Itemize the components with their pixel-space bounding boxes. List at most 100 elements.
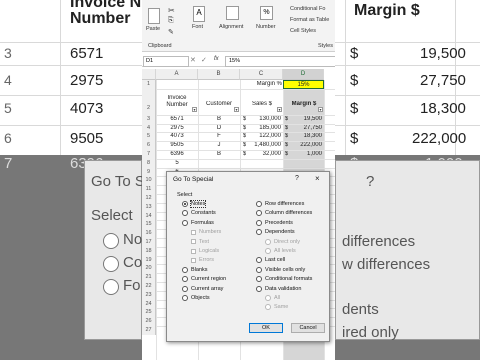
cell-margin[interactable]: 19,500 — [292, 116, 322, 122]
cell-invoice[interactable]: 2975 — [158, 125, 196, 131]
row-header[interactable]: 20 — [142, 264, 156, 274]
cancel-button[interactable]: Cancel — [291, 323, 325, 333]
cell-invoice[interactable]: 5 — [158, 160, 196, 166]
option-label: Dependents — [265, 229, 295, 236]
column-header-d[interactable]: D — [283, 69, 324, 80]
cell-margin[interactable]: 18,300 — [292, 133, 322, 139]
option-data-validation[interactable]: Data validation — [256, 285, 301, 292]
cell-customer[interactable]: D — [200, 125, 238, 131]
cell-styles-button[interactable]: Cell Styles — [290, 28, 316, 34]
row-header[interactable]: 3 — [142, 114, 156, 124]
cell-sales[interactable]: 32,000 — [250, 151, 281, 157]
cell-sales[interactable]: 185,000 — [250, 125, 281, 131]
margin-percent-value[interactable]: 15% — [283, 80, 324, 89]
cell-invoice[interactable]: 4073 — [158, 133, 196, 139]
cell-sales[interactable]: 1,480,000 — [250, 142, 281, 148]
row-header[interactable]: 15 — [142, 220, 156, 230]
row-header[interactable]: 25 — [142, 308, 156, 318]
cell-customer[interactable]: B — [200, 116, 238, 122]
percent-icon[interactable]: % — [260, 6, 273, 20]
row-header[interactable]: 17 — [142, 238, 156, 247]
option-precedents[interactable]: Precedents — [256, 219, 293, 226]
row-header[interactable]: 9 — [142, 167, 156, 177]
select-all-corner[interactable] — [142, 69, 156, 80]
enter-icon[interactable]: ✓ — [201, 56, 207, 64]
column-header-a[interactable]: A — [156, 69, 198, 80]
cancel-icon[interactable]: ✕ — [190, 56, 196, 64]
copy-icon[interactable]: ⎘ — [168, 17, 174, 25]
row-header[interactable]: 6 — [142, 141, 156, 150]
cell-invoice[interactable]: 6571 — [158, 116, 196, 122]
cell-margin[interactable]: 1,000 — [292, 151, 322, 157]
alignment-icon[interactable] — [226, 6, 239, 20]
option-row-differences[interactable]: Row differences — [256, 201, 304, 207]
filter-dropdown-icon[interactable]: ▾ — [318, 106, 323, 112]
cell-customer[interactable]: J — [200, 142, 238, 148]
option-notes[interactable]: Notes — [182, 200, 207, 208]
option-last-cell[interactable]: Last cell — [256, 257, 285, 264]
row-header[interactable]: 18 — [142, 246, 156, 256]
font-icon[interactable]: A — [193, 6, 205, 22]
filter-dropdown-icon[interactable]: ▾ — [192, 106, 197, 112]
help-icon[interactable]: ? — [295, 175, 299, 182]
row-header[interactable]: 16 — [142, 229, 156, 238]
name-box[interactable]: D1 — [143, 56, 189, 67]
row-header[interactable]: 22 — [142, 282, 156, 291]
row-header[interactable]: 27 — [142, 326, 156, 335]
bg-margin: 27,750 — [420, 72, 466, 89]
row-header[interactable]: 12 — [142, 194, 156, 203]
cell-invoice[interactable]: 9505 — [158, 142, 196, 148]
cell-sales[interactable]: 130,000 — [250, 116, 281, 122]
radio-icon — [256, 257, 262, 264]
close-icon[interactable]: × — [315, 174, 320, 183]
row-header[interactable]: 11 — [142, 185, 156, 194]
cell-customer[interactable]: B — [200, 151, 238, 157]
cell-margin-currency: $ — [285, 115, 289, 122]
ok-button[interactable]: OK — [249, 323, 283, 333]
row-header[interactable]: 5 — [142, 132, 156, 142]
option-dependents[interactable]: Dependents — [256, 229, 295, 236]
conditional-formatting-button[interactable]: Conditional Fo — [290, 6, 325, 12]
formula-bar: D1 ✕ ✓ fx 15% — [142, 55, 335, 67]
format-painter-icon[interactable]: ✎ — [168, 28, 174, 36]
row-header[interactable]: 24 — [142, 299, 156, 309]
cut-icon[interactable]: ✂ — [168, 6, 175, 15]
cell-margin[interactable]: 222,000 — [292, 142, 322, 148]
cell-customer[interactable]: F — [200, 133, 238, 139]
radio-icon — [265, 295, 271, 301]
cell-sales[interactable]: 122,000 — [250, 133, 281, 139]
formula-input[interactable]: 15% — [225, 56, 335, 67]
paste-icon[interactable] — [148, 8, 160, 24]
option-formulas[interactable]: Formulas — [182, 219, 214, 226]
cell-sales-currency: $ — [243, 133, 247, 140]
row-header[interactable]: 1 — [142, 80, 156, 89]
filter-dropdown-icon[interactable]: ▾ — [277, 106, 282, 112]
option-visible-cells-only[interactable]: Visible cells only — [256, 266, 305, 273]
column-header-b[interactable]: B — [198, 69, 240, 80]
row-header[interactable]: 8 — [142, 158, 156, 168]
option-blanks[interactable]: Blanks — [182, 266, 208, 273]
row-header[interactable]: 7 — [142, 150, 156, 159]
option-current-region[interactable]: Current region — [182, 276, 226, 283]
row-header[interactable]: 10 — [142, 176, 156, 186]
row-header[interactable]: 14 — [142, 211, 156, 221]
bg-invoice-header-2: Number — [70, 10, 131, 27]
format-as-table-button[interactable]: Format as Table — [290, 17, 329, 23]
column-header-c[interactable]: C — [240, 69, 283, 80]
option-constants[interactable]: Constants — [182, 210, 216, 217]
row-header[interactable]: 4 — [142, 123, 156, 133]
filter-dropdown-icon[interactable]: ▾ — [234, 106, 239, 112]
row-header[interactable]: 21 — [142, 273, 156, 282]
row-header[interactable]: 19 — [142, 255, 156, 265]
option-objects[interactable]: Objects — [182, 295, 210, 301]
row-header[interactable]: 26 — [142, 317, 156, 326]
cell-invoice[interactable]: 6396 — [158, 151, 196, 157]
option-column-differences[interactable]: Column differences — [256, 210, 312, 217]
option-current-array[interactable]: Current array — [182, 285, 223, 292]
fx-icon[interactable]: fx — [214, 56, 219, 62]
option-conditional-formats[interactable]: Conditional formats — [256, 276, 312, 283]
row-header[interactable]: 23 — [142, 290, 156, 300]
row-header[interactable]: 2 — [142, 88, 156, 115]
row-header[interactable]: 13 — [142, 202, 156, 212]
cell-margin[interactable]: 27,750 — [292, 125, 322, 131]
